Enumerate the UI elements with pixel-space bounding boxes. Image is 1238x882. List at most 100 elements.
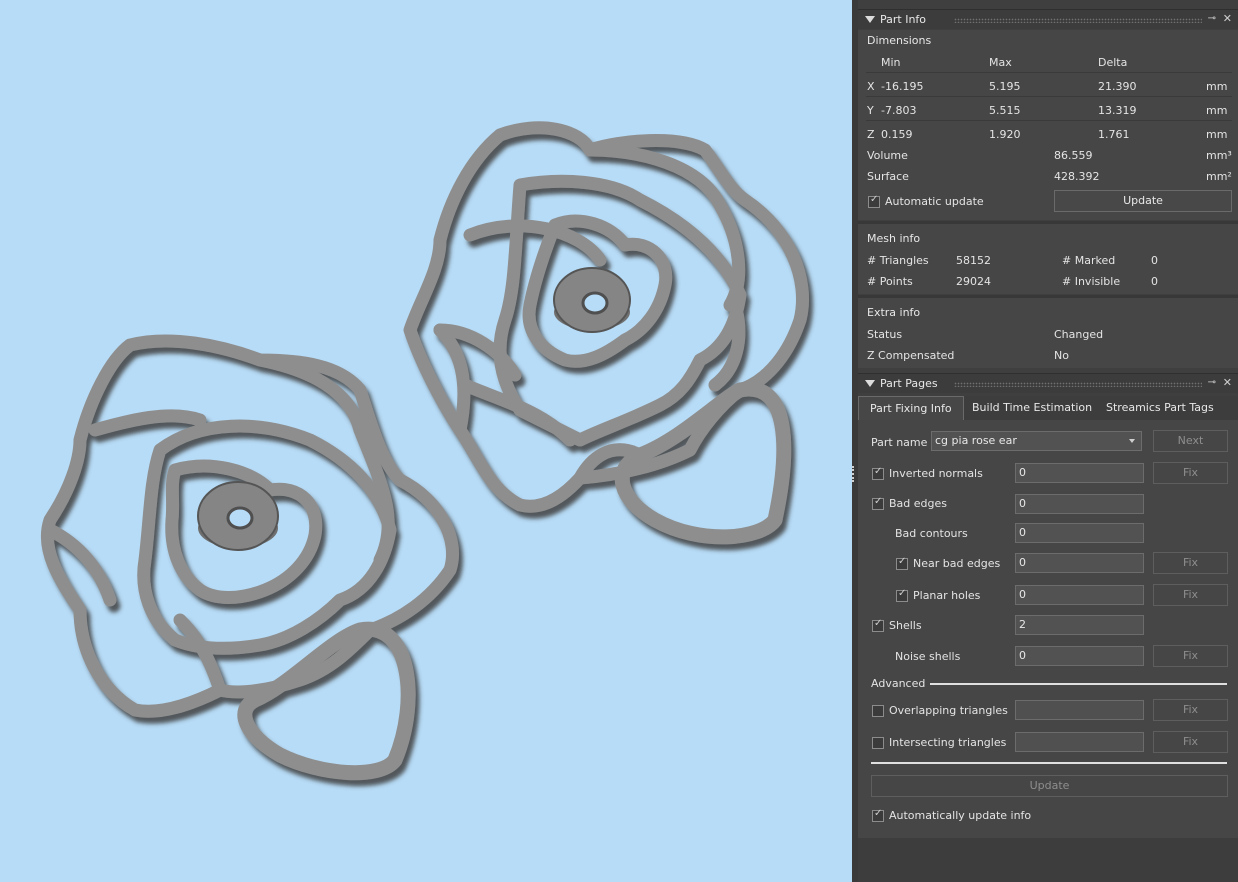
invisible-value: 0 bbox=[1151, 275, 1158, 288]
intersecting-triangles-value[interactable] bbox=[1015, 732, 1144, 752]
extra-info-section: Extra info Status Changed Z Compensated … bbox=[858, 298, 1238, 368]
3d-viewport[interactable] bbox=[0, 0, 852, 882]
near-bad-edges-checkbox[interactable] bbox=[896, 556, 908, 570]
part-pages-tabs: Part Fixing Info Build Time Estimation S… bbox=[858, 396, 1238, 420]
near-bad-edges-label: Near bad edges bbox=[913, 557, 1001, 570]
earring-post-left bbox=[197, 481, 279, 551]
dimensions-title: Dimensions bbox=[867, 34, 932, 47]
fix-intersecting-triangles-button[interactable]: Fix bbox=[1153, 731, 1228, 753]
axis-x-label: X bbox=[867, 80, 875, 93]
surface-value: 428.392 bbox=[1054, 170, 1100, 183]
y-min: -7.803 bbox=[881, 104, 917, 117]
pin-icon[interactable]: ⊸ bbox=[1208, 13, 1216, 24]
overlapping-triangles-label: Overlapping triangles bbox=[889, 704, 1008, 717]
z-compensated-label: Z Compensated bbox=[867, 349, 955, 362]
part-pages-titlebar[interactable]: Part Pages ⊸ ✕ bbox=[858, 373, 1238, 393]
inverted-normals-value[interactable]: 0 bbox=[1015, 463, 1144, 483]
inverted-normals-checkbox[interactable] bbox=[872, 466, 884, 480]
shells-label: Shells bbox=[889, 619, 922, 632]
planar-holes-checkbox[interactable] bbox=[896, 588, 908, 602]
part-name-value: cg pia rose ear bbox=[935, 434, 1017, 447]
automatic-update-label: Automatic update bbox=[885, 195, 984, 208]
planar-holes-label: Planar holes bbox=[913, 589, 981, 602]
shells-value[interactable]: 2 bbox=[1015, 615, 1144, 635]
collapse-triangle-icon[interactable] bbox=[865, 16, 875, 23]
fix-overlapping-triangles-button[interactable]: Fix bbox=[1153, 699, 1228, 721]
fix-inverted-normals-button[interactable]: Fix bbox=[1153, 462, 1228, 484]
right-panel: Part Info ⊸ ✕ Dimensions Min Max Delta X… bbox=[858, 0, 1238, 882]
x-delta: 21.390 bbox=[1098, 80, 1137, 93]
header-delta: Delta bbox=[1098, 56, 1128, 69]
status-value: Changed bbox=[1054, 328, 1104, 341]
planar-holes-value[interactable]: 0 bbox=[1015, 585, 1144, 605]
close-icon[interactable]: ✕ bbox=[1223, 376, 1232, 389]
auto-update-info-label: Automatically update info bbox=[889, 809, 1032, 822]
part-fixing-section: Part name cg pia rose ear Next Inverted … bbox=[858, 420, 1238, 838]
inverted-normals-label: Inverted normals bbox=[889, 467, 983, 480]
mesh-info-section: Mesh info # Triangles 58152 # Marked 0 #… bbox=[858, 224, 1238, 294]
z-delta: 1.761 bbox=[1098, 128, 1130, 141]
intersecting-triangles-checkbox[interactable] bbox=[872, 737, 884, 749]
shells-checkbox[interactable] bbox=[872, 618, 884, 632]
z-max: 1.920 bbox=[989, 128, 1021, 141]
tab-build-time-estimation[interactable]: Build Time Estimation bbox=[972, 396, 1092, 420]
fix-near-bad-edges-button[interactable]: Fix bbox=[1153, 552, 1228, 574]
drag-grip[interactable] bbox=[954, 18, 1202, 23]
overlapping-triangles-checkbox[interactable] bbox=[872, 705, 884, 717]
points-value: 29024 bbox=[956, 275, 991, 288]
x-min: -16.195 bbox=[881, 80, 924, 93]
fix-planar-holes-button[interactable]: Fix bbox=[1153, 584, 1228, 606]
extra-info-title: Extra info bbox=[867, 306, 921, 319]
bad-edges-label: Bad edges bbox=[889, 497, 947, 510]
mesh-info-title: Mesh info bbox=[867, 232, 921, 245]
part-pages-update-button[interactable]: Update bbox=[871, 775, 1228, 797]
volume-value: 86.559 bbox=[1054, 149, 1093, 162]
part-info-titlebar[interactable]: Part Info ⊸ ✕ bbox=[858, 9, 1238, 29]
splitter-handle[interactable] bbox=[852, 466, 857, 482]
noise-shells-value[interactable]: 0 bbox=[1015, 646, 1144, 666]
bad-edges-checkbox[interactable] bbox=[872, 496, 884, 510]
near-bad-edges-value[interactable]: 0 bbox=[1015, 553, 1144, 573]
intersecting-triangles-label: Intersecting triangles bbox=[889, 736, 1007, 749]
noise-shells-label: Noise shells bbox=[895, 650, 961, 663]
auto-update-info-checkbox[interactable] bbox=[872, 808, 884, 822]
header-min: Min bbox=[881, 56, 901, 69]
dimensions-update-button[interactable]: Update bbox=[1054, 190, 1232, 212]
part-pages-title: Part Pages bbox=[880, 377, 938, 390]
y-max: 5.515 bbox=[989, 104, 1021, 117]
collapse-triangle-icon[interactable] bbox=[865, 380, 875, 387]
marked-value: 0 bbox=[1151, 254, 1158, 267]
overlapping-triangles-value[interactable] bbox=[1015, 700, 1144, 720]
rose-earring-left[interactable] bbox=[40, 334, 460, 781]
chevron-down-icon bbox=[1129, 439, 1135, 443]
tab-part-fixing-info[interactable]: Part Fixing Info bbox=[858, 396, 964, 420]
next-button[interactable]: Next bbox=[1153, 430, 1228, 452]
rose-earring-right[interactable] bbox=[403, 121, 810, 545]
x-max: 5.195 bbox=[989, 80, 1021, 93]
bad-edges-value[interactable]: 0 bbox=[1015, 494, 1144, 514]
part-name-select[interactable]: cg pia rose ear bbox=[931, 431, 1142, 451]
panel-footer bbox=[858, 838, 1238, 882]
bad-contours-value[interactable]: 0 bbox=[1015, 523, 1144, 543]
drag-grip[interactable] bbox=[954, 382, 1202, 387]
automatic-update-checkbox[interactable] bbox=[868, 194, 880, 208]
tab-streamics-part-tags[interactable]: Streamics Part Tags bbox=[1106, 396, 1214, 420]
marked-label: # Marked bbox=[1062, 254, 1116, 267]
close-icon[interactable]: ✕ bbox=[1223, 12, 1232, 25]
rose-earrings-model[interactable] bbox=[0, 0, 852, 882]
earring-post-right bbox=[553, 267, 631, 333]
volume-label: Volume bbox=[867, 149, 908, 162]
y-unit: mm bbox=[1206, 104, 1228, 117]
surface-unit: mm² bbox=[1206, 170, 1232, 183]
surface-label: Surface bbox=[867, 170, 909, 183]
part-name-label: Part name bbox=[871, 436, 928, 449]
invisible-label: # Invisible bbox=[1062, 275, 1121, 288]
x-unit: mm bbox=[1206, 80, 1228, 93]
advanced-label: Advanced bbox=[871, 677, 926, 690]
z-unit: mm bbox=[1206, 128, 1228, 141]
divider bbox=[866, 96, 1232, 97]
axis-y-label: Y bbox=[867, 104, 874, 117]
z-min: 0.159 bbox=[881, 128, 913, 141]
pin-icon[interactable]: ⊸ bbox=[1208, 377, 1216, 388]
fix-noise-shells-button[interactable]: Fix bbox=[1153, 645, 1228, 667]
